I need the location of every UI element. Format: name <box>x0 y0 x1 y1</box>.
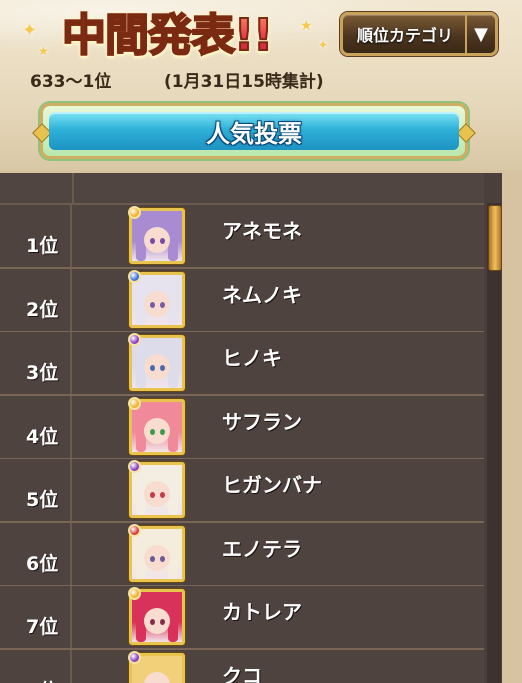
character-name: クコ <box>222 660 262 683</box>
table-row[interactable]: 4位 サフラン <box>0 396 484 460</box>
rank-cell: 5位 <box>0 459 72 521</box>
chevron-down-icon: ▼ <box>465 15 495 53</box>
character-name: サフラン <box>222 406 302 435</box>
attribute-orb-icon <box>128 206 141 219</box>
rank-cell: 4位 <box>0 396 72 458</box>
attribute-orb-icon <box>128 397 141 410</box>
table-row[interactable]: 5位 ヒガンバナ <box>0 459 484 523</box>
table-row[interactable]: 2位 ネムノキ <box>0 269 484 333</box>
rank-label: 7位 <box>26 612 58 639</box>
character-name: アネモネ <box>222 215 302 244</box>
table-row[interactable]: 3位 ヒノキ <box>0 332 484 396</box>
aggregate-time-note: (1月31日15時集計) <box>164 72 324 92</box>
ranking-table[interactable]: 1位 アネモネ 2位 ネムノキ 3位 ヒノキ 4位 サフラン 5位 ヒガンバナ 6位 エノテラ 7位 カト… <box>0 170 522 683</box>
character-name: ヒガンバナ <box>222 469 322 498</box>
attribute-orb-icon <box>128 587 141 600</box>
category-banner: 人気投票 <box>40 103 468 159</box>
sparkle-icon: ✦ <box>22 20 37 41</box>
sparkle-icon: ✦ <box>318 38 328 52</box>
rank-cell: 3位 <box>0 332 72 394</box>
table-row[interactable]: 1位 アネモネ <box>0 205 484 269</box>
attribute-orb-icon <box>128 524 141 537</box>
category-banner-label: 人気投票 <box>206 114 302 149</box>
ranking-header: ✦ ★ ★ ✦ 中間発表!! 順位カテゴリ ▼ 633～1位(1月31日15時集… <box>0 0 522 170</box>
rank-label: 2位 <box>26 295 58 322</box>
category-dropdown-label: 順位カテゴリ <box>343 22 465 46</box>
attribute-orb-icon <box>128 460 141 473</box>
rank-cell: 1位 <box>0 205 72 267</box>
attribute-orb-icon <box>128 651 141 664</box>
attribute-orb-icon <box>128 333 141 346</box>
sparkle-icon: ★ <box>38 44 49 58</box>
rank-label: 4位 <box>26 422 58 449</box>
table-header <box>0 173 484 205</box>
table-row[interactable]: 7位 カトレア <box>0 586 484 650</box>
character-name: ネムノキ <box>222 279 302 308</box>
page-title: 中間発表!! <box>62 8 272 64</box>
scroll-thumb[interactable] <box>488 205 502 271</box>
rank-label: 8位 <box>26 676 58 683</box>
rank-cell: 8位 <box>0 650 72 683</box>
rank-range: 633～1位 <box>30 70 164 94</box>
ranking-range-line: 633～1位(1月31日15時集計) <box>30 70 324 94</box>
character-name: カトレア <box>222 596 302 625</box>
scrollbar[interactable] <box>487 203 501 683</box>
rank-label: 6位 <box>26 549 58 576</box>
sparkle-icon: ★ <box>300 18 313 34</box>
table-row[interactable]: 6位 エノテラ <box>0 523 484 587</box>
rank-label: 1位 <box>26 231 58 258</box>
rank-label: 5位 <box>26 485 58 512</box>
attribute-orb-icon <box>128 270 141 283</box>
character-name: ヒノキ <box>222 342 282 371</box>
character-name: エノテラ <box>222 533 302 562</box>
category-dropdown-button[interactable]: 順位カテゴリ ▼ <box>340 12 498 56</box>
rank-cell: 7位 <box>0 586 72 648</box>
rank-label: 3位 <box>26 358 58 385</box>
rank-cell: 2位 <box>0 269 72 331</box>
table-row[interactable]: 8位 クコ <box>0 650 484 683</box>
rank-cell: 6位 <box>0 523 72 585</box>
